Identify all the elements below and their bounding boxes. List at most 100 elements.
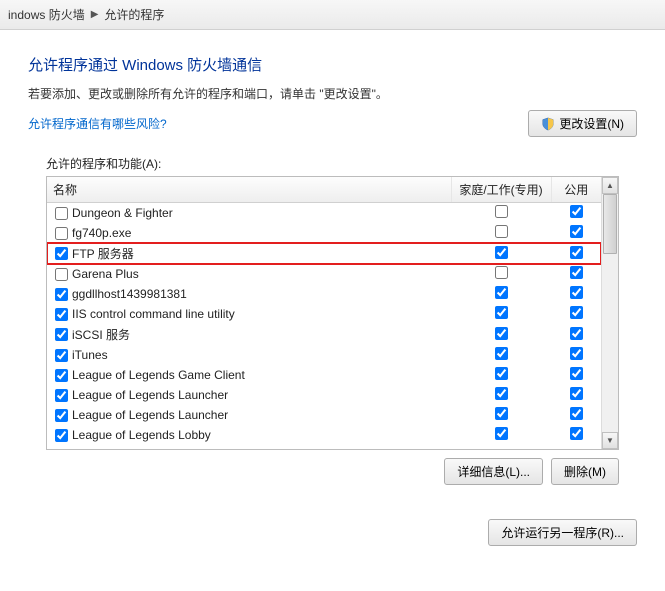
program-name-label: FTP 服务器 bbox=[72, 245, 134, 262]
table-row[interactable]: League of Legends Game Client bbox=[47, 365, 601, 385]
breadcrumb-part1[interactable]: indows 防火墙 bbox=[8, 6, 85, 23]
home-cell bbox=[451, 365, 551, 385]
public-cell bbox=[551, 284, 601, 304]
delete-button[interactable]: 删除(M) bbox=[551, 458, 619, 485]
content-area: 允许程序通过 Windows 防火墙通信 若要添加、更改或删除所有允许的程序和端… bbox=[0, 30, 665, 495]
home-checkbox[interactable] bbox=[495, 387, 508, 400]
public-checkbox[interactable] bbox=[570, 205, 583, 218]
home-cell bbox=[451, 284, 551, 304]
public-checkbox[interactable] bbox=[570, 347, 583, 360]
name-cell: Garena Plus bbox=[47, 264, 451, 284]
home-checkbox[interactable] bbox=[495, 225, 508, 238]
home-checkbox[interactable] bbox=[495, 327, 508, 340]
column-header-name[interactable]: 名称 bbox=[47, 177, 451, 203]
program-name-label: League of Legends Launcher bbox=[72, 388, 228, 402]
home-checkbox[interactable] bbox=[495, 427, 508, 440]
program-name-label: iTunes bbox=[72, 348, 108, 362]
program-name-label: Garena Plus bbox=[72, 267, 139, 281]
table-row[interactable]: Dungeon & Fighter bbox=[47, 203, 601, 224]
enable-checkbox[interactable] bbox=[55, 247, 68, 260]
public-cell bbox=[551, 203, 601, 224]
enable-checkbox[interactable] bbox=[55, 349, 68, 362]
enable-checkbox[interactable] bbox=[55, 369, 68, 382]
enable-checkbox[interactable] bbox=[55, 288, 68, 301]
public-checkbox[interactable] bbox=[570, 225, 583, 238]
home-cell bbox=[451, 385, 551, 405]
table-row[interactable]: League of Legends Lobby bbox=[47, 425, 601, 445]
table-row[interactable]: fg740p.exe bbox=[47, 223, 601, 243]
column-header-home[interactable]: 家庭/工作(专用) bbox=[451, 177, 551, 203]
change-settings-button[interactable]: 更改设置(N) bbox=[528, 110, 637, 137]
program-name-label: League of Legends Lobby bbox=[72, 428, 211, 442]
scroll-track[interactable] bbox=[602, 194, 618, 432]
table-row[interactable]: League of Legends Launcher bbox=[47, 405, 601, 425]
home-cell bbox=[451, 223, 551, 243]
scroll-thumb[interactable] bbox=[603, 194, 617, 254]
page-subtitle: 若要添加、更改或删除所有允许的程序和端口，请单击 "更改设置"。 bbox=[28, 85, 637, 102]
enable-checkbox[interactable] bbox=[55, 389, 68, 402]
public-checkbox[interactable] bbox=[570, 387, 583, 400]
home-cell bbox=[451, 243, 551, 264]
name-cell: iSCSI 服务 bbox=[47, 324, 451, 345]
home-checkbox[interactable] bbox=[495, 407, 508, 420]
home-checkbox[interactable] bbox=[495, 205, 508, 218]
public-cell bbox=[551, 223, 601, 243]
table-row[interactable]: iTunes bbox=[47, 345, 601, 365]
home-checkbox[interactable] bbox=[495, 347, 508, 360]
public-checkbox[interactable] bbox=[570, 427, 583, 440]
home-checkbox[interactable] bbox=[495, 286, 508, 299]
home-cell bbox=[451, 345, 551, 365]
public-checkbox[interactable] bbox=[570, 306, 583, 319]
chevron-right-icon: ▶ bbox=[91, 9, 99, 20]
enable-checkbox[interactable] bbox=[55, 308, 68, 321]
table-row[interactable]: League of Legends Launcher bbox=[47, 385, 601, 405]
enable-checkbox[interactable] bbox=[55, 429, 68, 442]
public-cell bbox=[551, 324, 601, 345]
vertical-scrollbar[interactable]: ▲ ▼ bbox=[601, 177, 618, 449]
home-checkbox[interactable] bbox=[495, 246, 508, 259]
table-row[interactable]: iSCSI 服务 bbox=[47, 324, 601, 345]
home-cell bbox=[451, 405, 551, 425]
allow-another-program-button[interactable]: 允许运行另一程序(R)... bbox=[488, 519, 637, 546]
risk-info-link[interactable]: 允许程序通信有哪些风险? bbox=[28, 115, 167, 132]
enable-checkbox[interactable] bbox=[55, 268, 68, 281]
program-name-label: fg740p.exe bbox=[72, 226, 131, 240]
enable-checkbox[interactable] bbox=[55, 328, 68, 341]
name-cell: fg740p.exe bbox=[47, 223, 451, 243]
home-cell bbox=[451, 203, 551, 224]
name-cell: League of Legends Launcher bbox=[47, 405, 451, 425]
link-row: 允许程序通信有哪些风险? 更改设置(N) bbox=[28, 110, 637, 137]
table-row[interactable]: ggdllhost1439981381 bbox=[47, 284, 601, 304]
scroll-up-button[interactable]: ▲ bbox=[602, 177, 618, 194]
table-row[interactable]: IIS control command line utility bbox=[47, 304, 601, 324]
home-checkbox[interactable] bbox=[495, 306, 508, 319]
public-checkbox[interactable] bbox=[570, 286, 583, 299]
public-cell bbox=[551, 304, 601, 324]
enable-checkbox[interactable] bbox=[55, 227, 68, 240]
enable-checkbox[interactable] bbox=[55, 409, 68, 422]
page-title: 允许程序通过 Windows 防火墙通信 bbox=[28, 54, 637, 75]
public-checkbox[interactable] bbox=[570, 266, 583, 279]
column-header-public[interactable]: 公用 bbox=[551, 177, 601, 203]
public-checkbox[interactable] bbox=[570, 246, 583, 259]
breadcrumb-part2[interactable]: 允许的程序 bbox=[104, 6, 164, 23]
home-checkbox[interactable] bbox=[495, 266, 508, 279]
enable-checkbox[interactable] bbox=[55, 207, 68, 220]
bottom-action-row: 允许运行另一程序(R)... bbox=[0, 495, 665, 546]
table-row[interactable]: FTP 服务器 bbox=[47, 243, 601, 264]
table-row[interactable]: Garena Plus bbox=[47, 264, 601, 284]
programs-table: 名称 家庭/工作(专用) 公用 Dungeon & Fighter fg740p.… bbox=[47, 177, 601, 445]
public-checkbox[interactable] bbox=[570, 367, 583, 380]
details-button[interactable]: 详细信息(L)... bbox=[444, 458, 543, 485]
name-cell: FTP 服务器 bbox=[47, 243, 451, 264]
public-checkbox[interactable] bbox=[570, 407, 583, 420]
home-checkbox[interactable] bbox=[495, 367, 508, 380]
public-cell bbox=[551, 425, 601, 445]
scroll-down-button[interactable]: ▼ bbox=[602, 432, 618, 449]
public-cell bbox=[551, 365, 601, 385]
home-cell bbox=[451, 324, 551, 345]
public-checkbox[interactable] bbox=[570, 327, 583, 340]
public-cell bbox=[551, 385, 601, 405]
shield-icon bbox=[541, 117, 555, 131]
table-action-row: 详细信息(L)... 删除(M) bbox=[28, 458, 637, 485]
